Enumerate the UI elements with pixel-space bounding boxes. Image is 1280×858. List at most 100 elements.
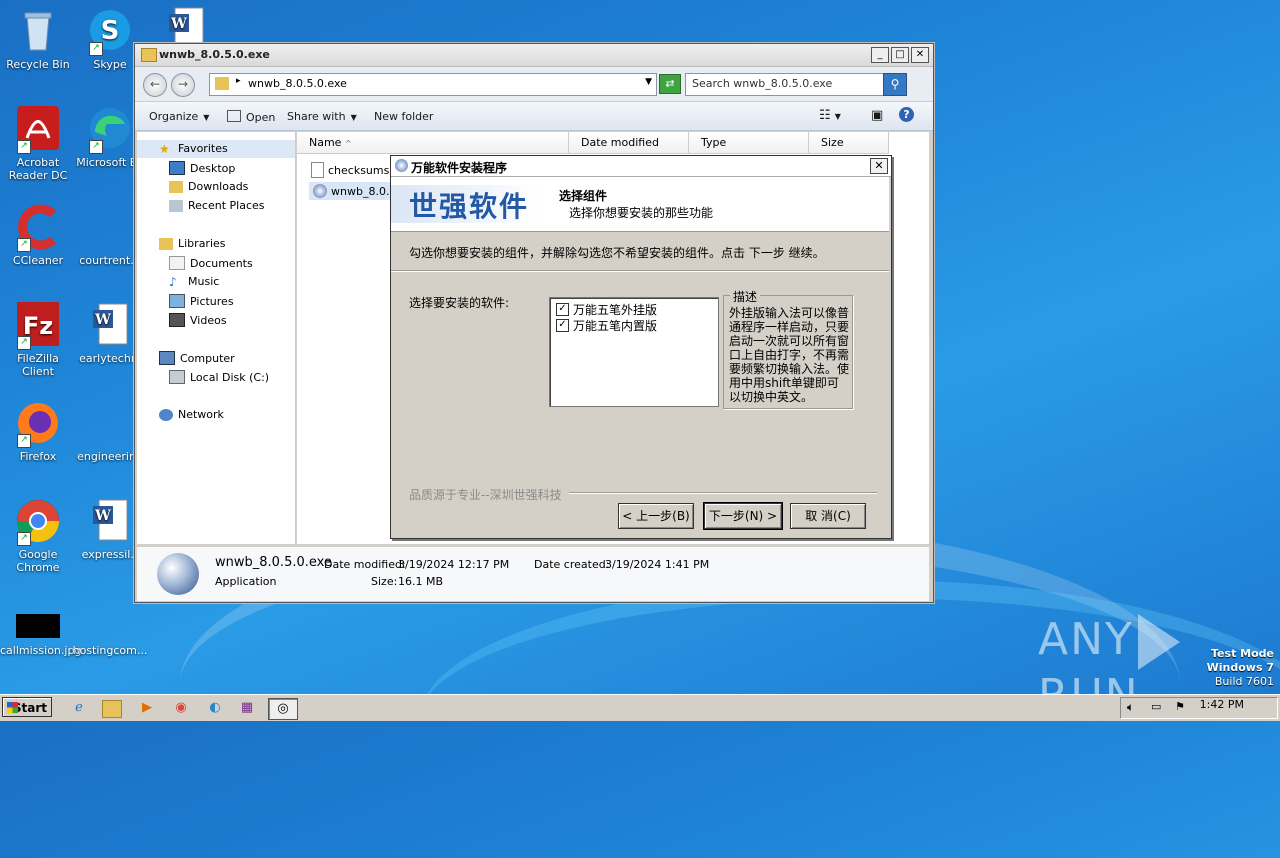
- music-icon: ♪: [169, 274, 177, 289]
- clock[interactable]: 1:42 PM: [1200, 698, 1244, 711]
- column-size[interactable]: Size: [809, 132, 889, 154]
- document-icon: [87, 204, 133, 250]
- file-row-selected[interactable]: wnwb_8.0.5: [309, 182, 401, 200]
- description-text: 外挂版输入法可以像普通程序一样启动，只要启动一次就可以所有窗口上自由打字，不再需…: [729, 306, 850, 404]
- file-row[interactable]: checksums.t: [311, 162, 397, 178]
- view-options-icon[interactable]: ☷ ▼: [819, 108, 841, 123]
- nav-favorites[interactable]: ★ Favorites: [159, 142, 228, 155]
- nav-videos[interactable]: Videos: [169, 313, 227, 327]
- installer-titlebar[interactable]: 万能软件安装程序 ✕: [391, 156, 891, 177]
- chrome-taskbar-icon[interactable]: ◉: [170, 698, 192, 718]
- column-date-modified[interactable]: Date modified: [569, 132, 689, 154]
- word-icon: W: [87, 498, 133, 544]
- desktop-icon-recycle-bin[interactable]: Recycle Bin: [0, 8, 76, 71]
- column-name[interactable]: Name ^: [297, 132, 569, 154]
- edge-icon: ↗: [87, 106, 133, 154]
- components-list[interactable]: ✓ 万能五笔外挂版 ✓ 万能五笔内置版: [549, 297, 719, 407]
- winrar-icon[interactable]: ▦: [236, 698, 258, 718]
- videos-icon: [169, 313, 185, 327]
- computer-icon: [159, 351, 175, 365]
- desktop-icon-acrobat[interactable]: ↗ Acrobat Reader DC: [0, 106, 76, 182]
- desktop-icon-hostingcom[interactable]: hostingcom...: [72, 614, 148, 657]
- desktop-icon-filezilla[interactable]: Fz ↗ FileZilla Client: [0, 302, 76, 378]
- recycle-bin-icon: [15, 8, 61, 54]
- minimize-button[interactable]: _: [871, 47, 889, 63]
- back-button[interactable]: < 上一步(B): [618, 503, 694, 529]
- installer-banner: 世强软件 选择组件 选择你想要安装的那些功能: [391, 177, 889, 232]
- share-with-button[interactable]: Share with ▼: [287, 110, 357, 123]
- nav-desktop[interactable]: Desktop: [169, 161, 235, 175]
- close-button[interactable]: ✕: [870, 158, 888, 174]
- nav-recent-places[interactable]: Recent Places: [169, 199, 265, 212]
- help-icon[interactable]: ?: [899, 107, 914, 122]
- command-bar: Organize ▼ Open Share with ▼ New folder ☷ …: [135, 102, 933, 131]
- description-group: 描述 外挂版输入法可以像普通程序一样启动，只要启动一次就可以所有窗口上自由打字，…: [723, 288, 853, 409]
- address-bar[interactable]: ▸ wnwb_8.0.5.0.exe ▼: [209, 73, 657, 96]
- page-title: 选择组件: [559, 189, 608, 203]
- desktop-icon-firefox[interactable]: ↗ Firefox: [0, 400, 76, 463]
- folder-icon: [215, 77, 229, 90]
- cancel-button[interactable]: 取 消(C): [790, 503, 866, 529]
- nav-documents[interactable]: Documents: [169, 256, 253, 270]
- speaker-icon[interactable]: 🔈︎: [1127, 700, 1134, 715]
- component-item[interactable]: ✓ 万能五笔内置版: [556, 317, 657, 334]
- nav-computer[interactable]: Computer: [159, 351, 235, 365]
- installer-icon: [157, 553, 199, 595]
- checkbox-checked-icon[interactable]: ✓: [556, 319, 569, 332]
- open-button[interactable]: Open: [227, 110, 275, 124]
- start-button[interactable]: Start: [2, 697, 52, 717]
- play-icon: [1137, 614, 1180, 670]
- explorer-taskbar-icon[interactable]: [102, 700, 122, 718]
- checkbox-checked-icon[interactable]: ✓: [556, 303, 569, 316]
- maximize-button[interactable]: □: [891, 47, 909, 63]
- new-folder-button[interactable]: New folder: [374, 110, 433, 123]
- action-center-flag-icon[interactable]: ⚑: [1175, 700, 1185, 713]
- taskbar: Start ℯ ▶ ◉ ◐ ▦ ◎ 🔈︎ ▭ ⚑ 1:42 PM: [0, 694, 1280, 721]
- nav-libraries[interactable]: Libraries: [159, 237, 226, 250]
- forward-arrow-icon[interactable]: →: [171, 73, 195, 97]
- network-tray-icon[interactable]: ▭: [1151, 700, 1161, 713]
- chevron-down-icon[interactable]: ▼: [645, 77, 652, 87]
- details-file-name: wnwb_8.0.5.0.exe: [215, 555, 332, 570]
- organize-button[interactable]: Organize ▼: [149, 110, 209, 123]
- folder-icon: [141, 48, 157, 62]
- installer-dialog[interactable]: 万能软件安装程序 ✕ 世强软件 选择组件 选择你想要安装的那些功能 勾选你想要安…: [390, 155, 892, 539]
- edge-taskbar-icon[interactable]: ◐: [204, 698, 226, 718]
- details-size: 16.1 MB: [398, 575, 444, 588]
- details-date-modified-label: Date modified:: [324, 558, 406, 571]
- desktop-icon: [169, 161, 185, 175]
- pictures-icon: [169, 294, 185, 308]
- navigation-pane: ★ Favorites Desktop Downloads Recent Plac…: [137, 132, 296, 544]
- column-type[interactable]: Type: [689, 132, 809, 154]
- installer-taskbar-button[interactable]: ◎: [268, 698, 298, 720]
- refresh-icon[interactable]: ⇄: [659, 74, 681, 94]
- select-components-label: 选择要安装的软件:: [409, 296, 510, 310]
- desktop-icon-callmission[interactable]: callmission.jpg: [0, 614, 81, 657]
- details-date-created: 3/19/2024 1:41 PM: [605, 558, 710, 571]
- nav-network[interactable]: Network: [159, 408, 224, 421]
- close-button[interactable]: ✕: [911, 47, 929, 63]
- ie-icon[interactable]: ℯ: [68, 698, 90, 718]
- nav-local-disk[interactable]: Local Disk (C:): [169, 370, 269, 384]
- instruction-text: 勾选你想要安装的组件，并解除勾选您不希望安装的组件。点击 下一步 继续。: [409, 246, 825, 260]
- svg-text:S: S: [101, 16, 120, 46]
- chevron-right-icon[interactable]: ▸: [236, 76, 241, 86]
- back-arrow-icon[interactable]: ←: [143, 73, 167, 97]
- word-icon: W: [87, 302, 133, 348]
- page-subtitle: 选择你想要安装的那些功能: [569, 206, 714, 220]
- search-icon[interactable]: ⚲: [883, 73, 907, 96]
- desktop-icon-chrome[interactable]: ↗ Google Chrome: [0, 498, 76, 574]
- desktop-icon-ccleaner[interactable]: ↗ CCleaner: [0, 204, 76, 267]
- preview-pane-icon[interactable]: ▣: [871, 108, 883, 123]
- media-player-icon[interactable]: ▶: [136, 698, 158, 718]
- explorer-titlebar[interactable]: wnwb_8.0.5.0.exe _ □ ✕: [135, 44, 933, 67]
- search-input[interactable]: Search wnwb_8.0.5.0.exe ⚲: [685, 73, 907, 96]
- nav-pictures[interactable]: Pictures: [169, 294, 234, 308]
- text-file-icon: [311, 162, 324, 178]
- nav-music[interactable]: ♪ Music: [169, 275, 219, 288]
- svg-text:W: W: [94, 508, 111, 524]
- next-button[interactable]: 下一步(N) >: [703, 502, 783, 530]
- component-item[interactable]: ✓ 万能五笔外挂版: [556, 301, 657, 318]
- nav-downloads[interactable]: Downloads: [169, 180, 248, 193]
- sort-ascending-icon: ^: [344, 139, 352, 148]
